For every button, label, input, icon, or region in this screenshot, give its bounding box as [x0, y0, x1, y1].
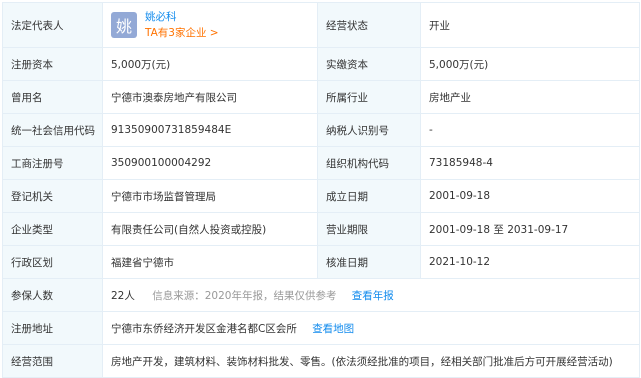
company-type-label: 企业类型: [2, 212, 103, 246]
legal-rep-name-link[interactable]: 姚必科: [145, 9, 219, 25]
reg-number-value: 350900100004292: [102, 146, 318, 180]
insured-label: 参保人数: [2, 278, 103, 312]
taxpayer-id-value: -: [420, 113, 640, 147]
paid-capital-value: 5,000万(元): [420, 47, 640, 81]
industry-label: 所属行业: [317, 80, 421, 114]
credit-code-value: 91350900731859484E: [102, 113, 318, 147]
authority-label: 登记机关: [2, 179, 103, 213]
approval-date-label: 核准日期: [317, 245, 421, 279]
table-row: 登记机关 宁德市市场监督管理局 成立日期 2001-09-18: [2, 179, 640, 213]
address-value: 宁德市东侨经济开发区金港名都C区会所: [111, 322, 297, 335]
table-row: 统一社会信用代码 91350900731859484E 纳税人识别号 -: [2, 113, 640, 147]
insured-value: 22人: [111, 289, 135, 302]
credit-code-label: 统一社会信用代码: [2, 113, 103, 147]
industry-value: 房地产业: [420, 80, 640, 114]
authority-value: 宁德市市场监督管理局: [102, 179, 318, 213]
reg-number-label: 工商注册号: [2, 146, 103, 180]
former-name-value: 宁德市澳泰房地产有限公司: [102, 80, 318, 114]
table-row: 注册地址 宁德市东侨经济开发区金港名都C区会所 查看地图: [2, 311, 640, 345]
avatar[interactable]: 姚: [111, 12, 137, 38]
table-row: 工商注册号 350900100004292 组织机构代码 73185948-4: [2, 146, 640, 180]
former-name-label: 曾用名: [2, 80, 103, 114]
table-row: 曾用名 宁德市澳泰房地产有限公司 所属行业 房地产业: [2, 80, 640, 114]
legal-rep: 姚 姚必科 TA有3家企业 >: [111, 9, 317, 41]
registered-capital-label: 注册资本: [2, 47, 103, 81]
approval-date-value: 2021-10-12: [420, 245, 640, 279]
related-companies-link[interactable]: TA有3家企业 >: [145, 25, 219, 41]
legal-rep-info: 姚必科 TA有3家企业 >: [145, 9, 219, 41]
region-label: 行政区划: [2, 245, 103, 279]
founded-value: 2001-09-18: [420, 179, 640, 213]
status-value: 开业: [420, 2, 640, 48]
status-label: 经营状态: [317, 2, 421, 48]
table-row: 行政区划 福建省宁德市 核准日期 2021-10-12: [2, 245, 640, 279]
scope-label: 经营范围: [2, 344, 103, 378]
view-annual-report-link[interactable]: 查看年报: [352, 290, 394, 302]
table-row: 参保人数 22人 信息来源：2020年年报，结果仅供参考 查看年报: [2, 278, 640, 312]
founded-label: 成立日期: [317, 179, 421, 213]
table-row: 注册资本 5,000万(元) 实缴资本 5,000万(元): [2, 47, 640, 81]
address-label: 注册地址: [2, 311, 103, 345]
term-label: 营业期限: [317, 212, 421, 246]
address-cell: 宁德市东侨经济开发区金港名都C区会所 查看地图: [102, 311, 640, 345]
legal-rep-cell: 姚 姚必科 TA有3家企业 >: [102, 2, 318, 48]
registered-capital-value: 5,000万(元): [102, 47, 318, 81]
company-info-table: 法定代表人 姚 姚必科 TA有3家企业 > 经营状态 开业 注册资本 5,000…: [2, 2, 640, 378]
view-map-link[interactable]: 查看地图: [312, 323, 354, 335]
insured-source-note: 信息来源：2020年年报，结果仅供参考: [152, 289, 337, 302]
paid-capital-label: 实缴资本: [317, 47, 421, 81]
org-code-value: 73185948-4: [420, 146, 640, 180]
legal-rep-label: 法定代表人: [2, 2, 103, 48]
region-value: 福建省宁德市: [102, 245, 318, 279]
scope-value: 房地产开发，建筑材料、装饰材料批发、零售。(依法须经批准的项目，经相关部门批准后…: [102, 344, 640, 378]
org-code-label: 组织机构代码: [317, 146, 421, 180]
table-row: 企业类型 有限责任公司(自然人投资或控股) 营业期限 2001-09-18 至 …: [2, 212, 640, 246]
company-type-value: 有限责任公司(自然人投资或控股): [102, 212, 318, 246]
table-row: 法定代表人 姚 姚必科 TA有3家企业 > 经营状态 开业: [2, 2, 640, 48]
taxpayer-id-label: 纳税人识别号: [317, 113, 421, 147]
term-value: 2001-09-18 至 2031-09-17: [420, 212, 640, 246]
insured-cell: 22人 信息来源：2020年年报，结果仅供参考 查看年报: [102, 278, 640, 312]
table-row: 经营范围 房地产开发，建筑材料、装饰材料批发、零售。(依法须经批准的项目，经相关…: [2, 344, 640, 378]
